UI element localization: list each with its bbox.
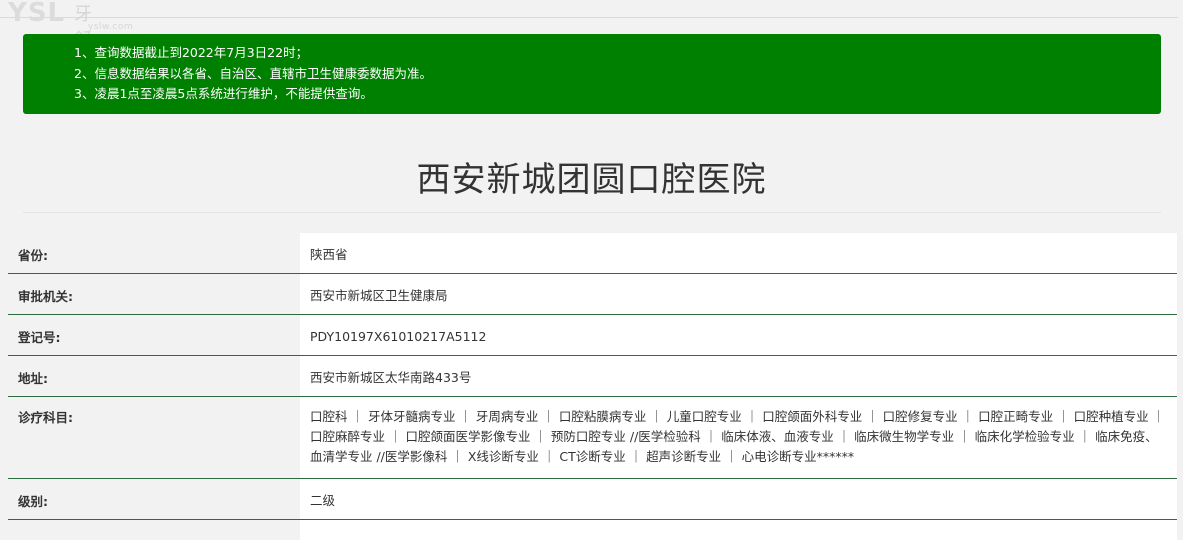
next-label (8, 520, 300, 540)
info-row-authority: 审批机关: 西安市新城区卫生健康局 (8, 274, 1177, 315)
province-label: 省份: (8, 233, 300, 273)
level-value: 二级 (300, 479, 1177, 519)
notice-line-2: 2、信息数据结果以各省、自治区、直辖市卫生健康委数据为准。 (74, 65, 432, 81)
province-value: 陕西省 (300, 233, 1177, 273)
authority-value: 西安市新城区卫生健康局 (300, 274, 1177, 314)
departments-label: 诊疗科目: (8, 397, 300, 478)
address-value: 西安市新城区太华南路433号 (300, 356, 1177, 396)
info-table: 省份: 陕西省 审批机关: 西安市新城区卫生健康局 登记号: PDY10197X… (8, 233, 1177, 540)
info-row-reg-no: 登记号: PDY10197X61010217A5112 (8, 315, 1177, 356)
info-row-province: 省份: 陕西省 (8, 233, 1177, 274)
next-value (300, 520, 1177, 540)
info-row-departments: 诊疗科目: 口腔科 ｜ 牙体牙髓病专业 ｜ 牙周病专业 ｜ 口腔粘膜病专业 ｜ … (8, 397, 1177, 479)
page-title: 西安新城团圆口腔医院 (416, 160, 767, 200)
info-row-level: 级别: 二级 (8, 479, 1177, 520)
title-divider (23, 212, 1161, 213)
header-divider (0, 17, 1178, 18)
reg-no-label: 登记号: (8, 315, 300, 355)
info-row-address: 地址: 西安市新城区太华南路433号 (8, 356, 1177, 397)
logo-brand: YSL (8, 0, 66, 28)
reg-no-value: PDY10197X61010217A5112 (300, 315, 1177, 355)
info-row-next (8, 520, 1177, 540)
address-label: 地址: (8, 356, 300, 396)
departments-value: 口腔科 ｜ 牙体牙髓病专业 ｜ 牙周病专业 ｜ 口腔粘膜病专业 ｜ 儿童口腔专业… (300, 397, 1177, 478)
level-label: 级别: (8, 479, 300, 519)
notice-line-1: 1、查询数据截止到2022年7月3日22时； (74, 45, 309, 60)
authority-label: 审批机关: (8, 274, 300, 314)
logo-domain: yslw.com (88, 22, 134, 32)
notice-banner: 1、查询数据截止到2022年7月3日22时； 2、信息数据结果以各省、自治区、直… (23, 34, 1161, 114)
notice-line-3: 3、凌晨1点至凌晨5点系统进行维护，不能提供查询。 (74, 86, 373, 101)
